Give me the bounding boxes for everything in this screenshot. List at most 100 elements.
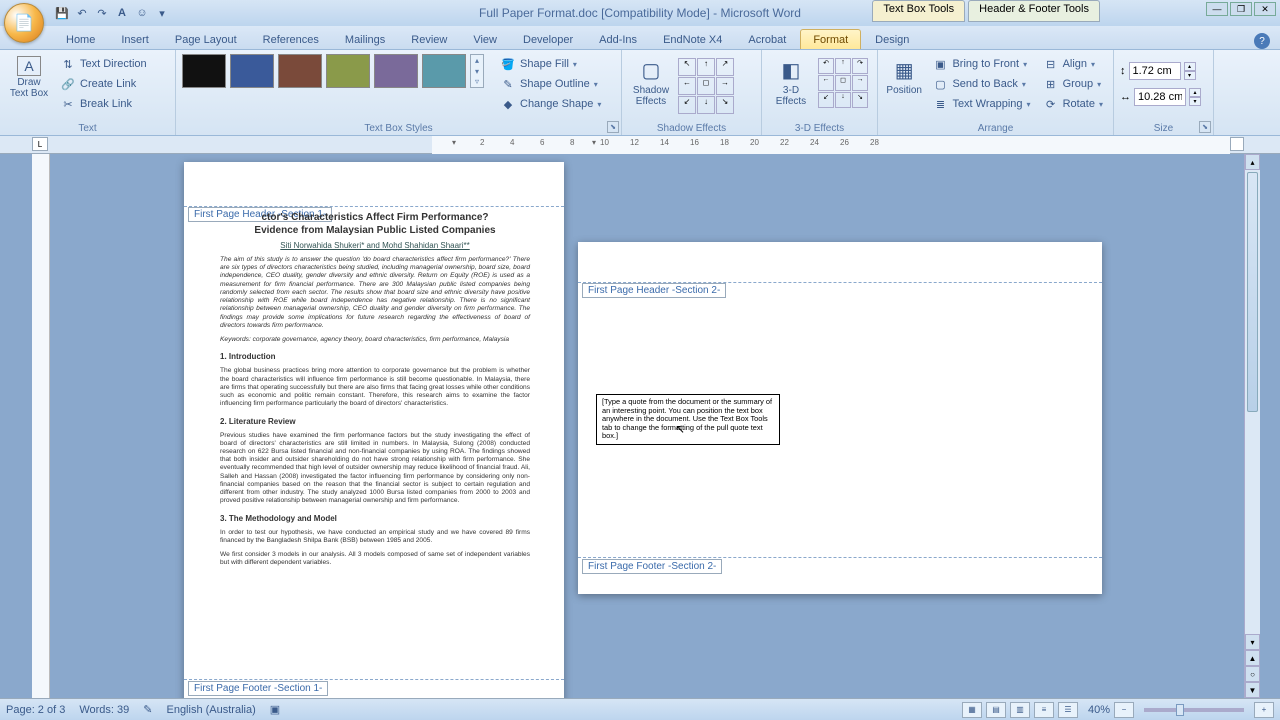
group-button[interactable]: ⊞Group (1039, 74, 1107, 94)
status-lang[interactable]: English (Australia) (166, 704, 255, 716)
break-link-button[interactable]: ✂Break Link (56, 94, 151, 114)
3d-effects-button[interactable]: ◧ 3-D Effects (768, 54, 814, 109)
tilt-7[interactable]: ↙ (818, 92, 834, 108)
shape-outline-button[interactable]: ✎Shape Outline (496, 74, 605, 94)
office-button[interactable]: 📄 (4, 3, 44, 43)
tab-pagelayout[interactable]: Page Layout (163, 30, 249, 49)
height-input[interactable] (1129, 62, 1181, 80)
nudge-shadow-up-left[interactable]: ↖ (678, 58, 696, 76)
nudge-shadow-down-right[interactable]: ↘ (716, 96, 734, 114)
position-button[interactable]: ▦ Position (884, 54, 924, 98)
tilt-5[interactable]: ◻ (835, 75, 851, 91)
view-web-layout[interactable]: ▥ (1010, 702, 1030, 718)
text-wrapping-button[interactable]: ≣Text Wrapping (928, 94, 1034, 114)
scroll-down-button[interactable]: ▾ (1245, 634, 1260, 650)
nudge-shadow-right[interactable]: → (716, 77, 734, 95)
context-textbox-tools[interactable]: Text Box Tools (872, 0, 965, 22)
change-shape-button[interactable]: ◆Change Shape (496, 94, 605, 114)
styles-gallery[interactable]: ▴▾▿ (182, 54, 484, 88)
tab-review[interactable]: Review (399, 30, 459, 49)
qat-customize-icon[interactable]: ▾ (154, 5, 170, 21)
tab-home[interactable]: Home (54, 30, 107, 49)
style-swatch-6[interactable] (422, 54, 466, 88)
next-page-button[interactable]: ▼ (1245, 682, 1260, 698)
tilt-3[interactable]: ↷ (852, 58, 868, 74)
style-swatch-2[interactable] (230, 54, 274, 88)
width-down[interactable]: ▾ (1189, 97, 1201, 106)
status-page[interactable]: Page: 2 of 3 (6, 704, 65, 716)
rotate-button[interactable]: ⟳Rotate (1039, 94, 1107, 114)
horizontal-ruler[interactable]: ▾ 2 4 6 8 ▾ 10 12 14 16 18 20 22 24 26 2… (432, 136, 1230, 154)
gallery-more-button[interactable]: ▴▾▿ (470, 54, 484, 88)
zoom-out-button[interactable]: − (1114, 702, 1134, 718)
bring-to-front-button[interactable]: ▣Bring to Front (928, 54, 1034, 74)
tab-view[interactable]: View (461, 30, 509, 49)
view-draft[interactable]: ☰ (1058, 702, 1078, 718)
create-link-button[interactable]: 🔗Create Link (56, 74, 151, 94)
help-icon[interactable]: ? (1254, 33, 1270, 49)
shape-fill-button[interactable]: 🪣Shape Fill (496, 54, 605, 74)
tab-mailings[interactable]: Mailings (333, 30, 397, 49)
draw-textbox-button[interactable]: A Draw Text Box (6, 54, 52, 101)
nudge-shadow-down-left[interactable]: ↙ (678, 96, 696, 114)
nudge-shadow-left[interactable]: ← (678, 77, 696, 95)
height-up[interactable]: ▴ (1184, 62, 1196, 71)
tilt-8[interactable]: ↓ (835, 92, 851, 108)
size-launcher[interactable]: ⬊ (1199, 121, 1211, 133)
nudge-shadow-down[interactable]: ↓ (697, 96, 715, 114)
view-ruler-toggle[interactable] (1230, 137, 1244, 151)
tilt-9[interactable]: ↘ (852, 92, 868, 108)
view-outline[interactable]: ≡ (1034, 702, 1054, 718)
shadow-effects-button[interactable]: ▢ Shadow Effects (628, 54, 674, 109)
prev-page-button[interactable]: ▲ (1245, 650, 1260, 666)
status-proof-icon[interactable]: ✎ (143, 703, 152, 716)
style-swatch-4[interactable] (326, 54, 370, 88)
qat-undo-icon[interactable]: ↶ (74, 5, 90, 21)
view-full-screen[interactable]: ▤ (986, 702, 1006, 718)
tab-references[interactable]: References (251, 30, 331, 49)
vertical-scrollbar[interactable]: ▴ ▾ ▲ ○ ▼ (1244, 154, 1260, 698)
tab-selector[interactable]: L (32, 137, 48, 151)
style-swatch-3[interactable] (278, 54, 322, 88)
tilt-2[interactable]: ↑ (835, 58, 851, 74)
tilt-6[interactable]: → (852, 75, 868, 91)
tab-design[interactable]: Design (863, 30, 921, 49)
tab-addins[interactable]: Add-Ins (587, 30, 649, 49)
qat-emoji-icon[interactable]: ☺ (134, 5, 150, 21)
qat-font-icon[interactable]: A (114, 5, 130, 21)
width-up[interactable]: ▴ (1189, 88, 1201, 97)
tab-format[interactable]: Format (800, 29, 861, 49)
shadow-toggle[interactable]: ◻ (697, 77, 715, 95)
status-macro-icon[interactable]: ▣ (270, 703, 280, 716)
page-1[interactable]: First Page Header -Section 1- First Page… (184, 162, 564, 698)
send-to-back-button[interactable]: ▢Send to Back (928, 74, 1034, 94)
nudge-shadow-up[interactable]: ↑ (697, 58, 715, 76)
align-button[interactable]: ⊟Align (1039, 54, 1107, 74)
close-button[interactable]: ✕ (1254, 2, 1276, 16)
scroll-thumb[interactable] (1247, 172, 1258, 412)
height-down[interactable]: ▾ (1184, 71, 1196, 80)
tab-acrobat[interactable]: Acrobat (736, 30, 798, 49)
text-direction-button[interactable]: ⇅Text Direction (56, 54, 151, 74)
browse-object-button[interactable]: ○ (1245, 666, 1260, 682)
vertical-ruler[interactable] (32, 154, 50, 698)
context-headerfooter-tools[interactable]: Header & Footer Tools (968, 0, 1100, 22)
zoom-slider[interactable] (1144, 708, 1244, 712)
view-print-layout[interactable]: ▦ (962, 702, 982, 718)
tilt-1[interactable]: ↶ (818, 58, 834, 74)
width-input[interactable] (1134, 88, 1186, 106)
page-2[interactable]: First Page Header -Section 2- First Page… (578, 242, 1102, 594)
scroll-up-button[interactable]: ▴ (1245, 154, 1260, 170)
minimize-button[interactable]: — (1206, 2, 1228, 16)
style-swatch-5[interactable] (374, 54, 418, 88)
pull-quote-textbox[interactable]: [Type a quote from the document or the s… (596, 394, 780, 445)
tab-insert[interactable]: Insert (109, 30, 161, 49)
nudge-shadow-up-right[interactable]: ↗ (716, 58, 734, 76)
qat-save-icon[interactable]: 💾 (54, 5, 70, 21)
qat-redo-icon[interactable]: ↷ (94, 5, 110, 21)
tab-endnote[interactable]: EndNote X4 (651, 30, 734, 49)
style-swatch-1[interactable] (182, 54, 226, 88)
status-words[interactable]: Words: 39 (79, 704, 129, 716)
restore-button[interactable]: ❐ (1230, 2, 1252, 16)
styles-launcher[interactable]: ⬊ (607, 121, 619, 133)
